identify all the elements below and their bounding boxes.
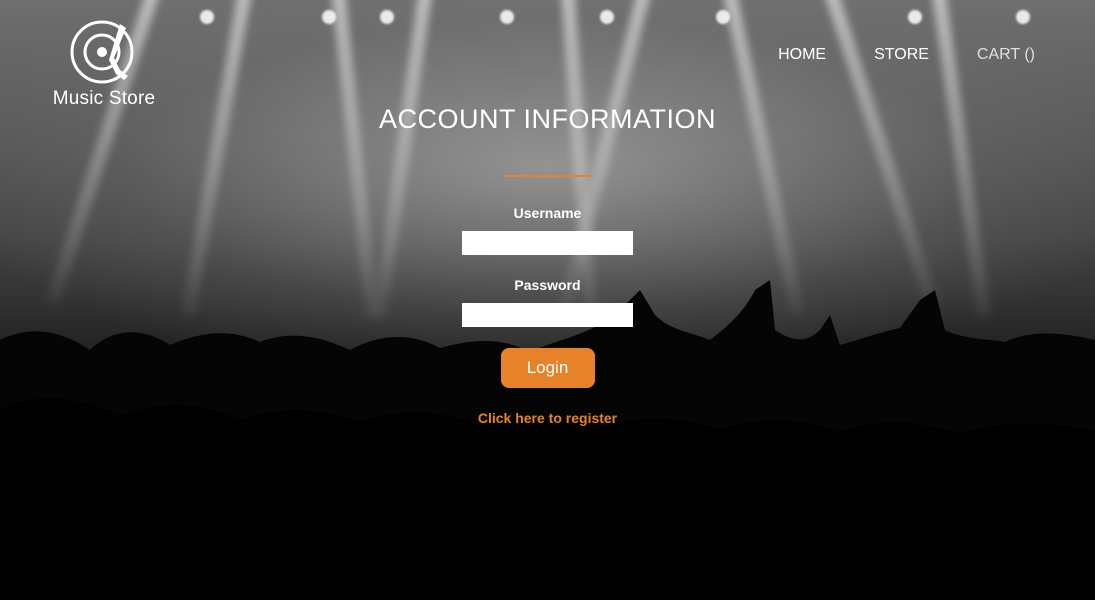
main-nav: HOME STORE CART () (778, 46, 1035, 64)
vinyl-record-icon (70, 20, 134, 84)
brand-logo[interactable]: Music Store (52, 18, 156, 110)
page-title: ACCOUNT INFORMATION (379, 104, 716, 134)
username-label: Username (513, 205, 582, 221)
username-input[interactable] (462, 231, 633, 255)
nav-store[interactable]: STORE (874, 46, 929, 64)
register-link[interactable]: Click here to register (478, 410, 617, 426)
password-label: Password (514, 277, 581, 293)
login-button[interactable]: Login (500, 348, 595, 388)
nav-home[interactable]: HOME (778, 46, 826, 64)
password-input[interactable] (462, 303, 633, 327)
title-divider (503, 175, 592, 177)
account-form-panel: ACCOUNT INFORMATION Username Password Lo… (0, 104, 1095, 428)
nav-cart[interactable]: CART () (977, 46, 1035, 64)
